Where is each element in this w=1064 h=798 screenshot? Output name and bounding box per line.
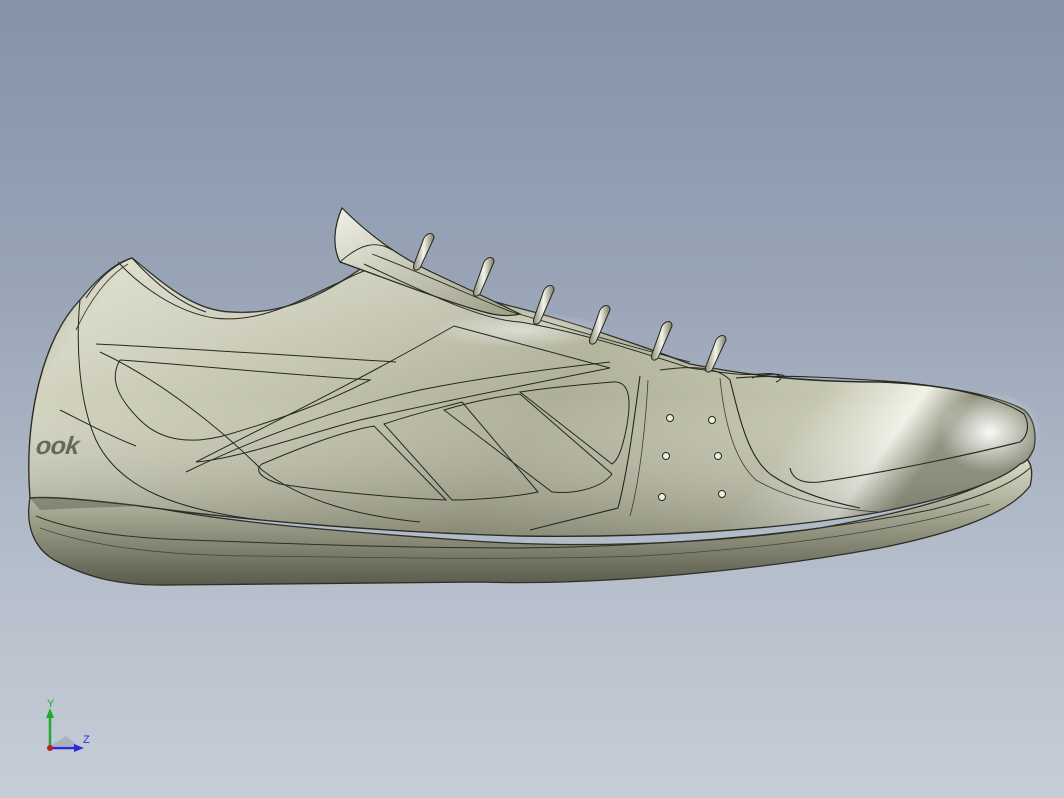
- graphics-viewport[interactable]: ook Y Z: [0, 0, 1064, 798]
- brand-logo-text: ook: [34, 432, 81, 460]
- triad-y-label: Y: [47, 698, 55, 710]
- triad-z-label: Z: [83, 734, 90, 746]
- shoe-model[interactable]: [0, 0, 1064, 798]
